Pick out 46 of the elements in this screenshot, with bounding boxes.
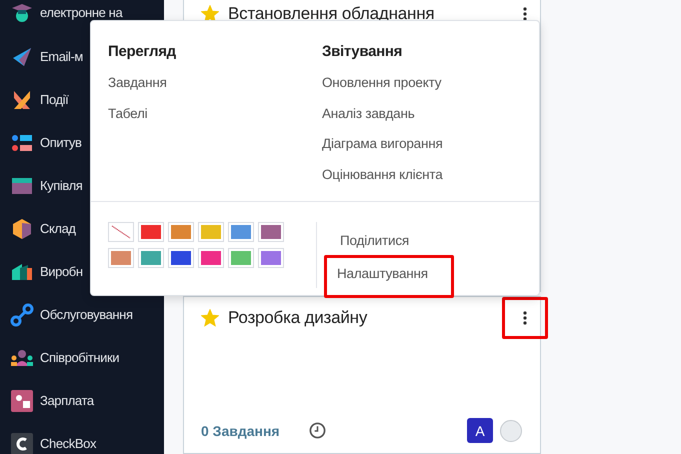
menu-item[interactable]: Табелі [108,106,322,136]
menu-item[interactable]: Завдання [108,75,322,106]
color-swatch[interactable] [228,248,254,268]
user-avatar: A [467,418,493,443]
color-swatch[interactable] [258,222,284,242]
app-menu-item[interactable]: Обслуговування [40,307,133,322]
app-icon[interactable] [10,388,34,412]
app-menu-item[interactable]: CheckBox [40,436,96,451]
app-icon[interactable] [10,432,34,454]
color-swatch[interactable] [138,222,164,242]
more-button[interactable] [502,297,548,339]
app-icon[interactable] [10,216,34,240]
app-menu-item[interactable]: Виробн [40,264,83,279]
color-swatch[interactable] [168,248,194,268]
section-heading: Перегляд [108,43,177,60]
app-menu-item[interactable]: Email-м [40,49,83,64]
app-menu-item[interactable]: Склад [40,221,76,236]
app-menu-item[interactable]: Опитув [40,135,82,150]
tasks-link[interactable]: 0 Завдання [201,422,280,438]
no-color-swatch[interactable] [108,222,134,242]
color-swatch[interactable] [108,248,134,268]
menu-item[interactable]: Оцінювання клієнта [322,166,536,197]
color-swatch[interactable] [168,222,194,242]
color-swatch[interactable] [198,222,224,242]
app-menu-item[interactable]: Купівля [40,178,82,193]
app-menu-item[interactable]: Співробітники [40,350,120,365]
menu-item[interactable]: Налаштування [324,255,454,298]
menu-item[interactable]: Оновлення проекту [322,75,536,106]
more-icon [523,311,527,325]
color-swatch[interactable] [198,248,224,268]
project-title: Встановлення обладнання [228,4,436,24]
more-icon [523,7,527,21]
color-swatch[interactable] [228,222,254,242]
clock-icon[interactable] [308,422,326,439]
menu-item[interactable]: Поділитися [324,226,454,255]
color-swatch[interactable] [138,248,164,268]
app-menu-item[interactable]: Зарплата [40,393,94,408]
app-menu-item[interactable]: електронне на [40,5,122,20]
star-icon[interactable] [201,5,219,23]
star-icon[interactable] [201,309,219,327]
menu-item[interactable]: Аналіз завдань [322,106,536,136]
app-menu-item[interactable]: Події [40,92,68,107]
section-heading: Звітування [322,43,404,60]
project-title: Розробка дизайну [228,308,368,328]
color-swatch[interactable] [258,248,284,268]
menu-item[interactable]: Діаграма вигорання [322,136,536,166]
